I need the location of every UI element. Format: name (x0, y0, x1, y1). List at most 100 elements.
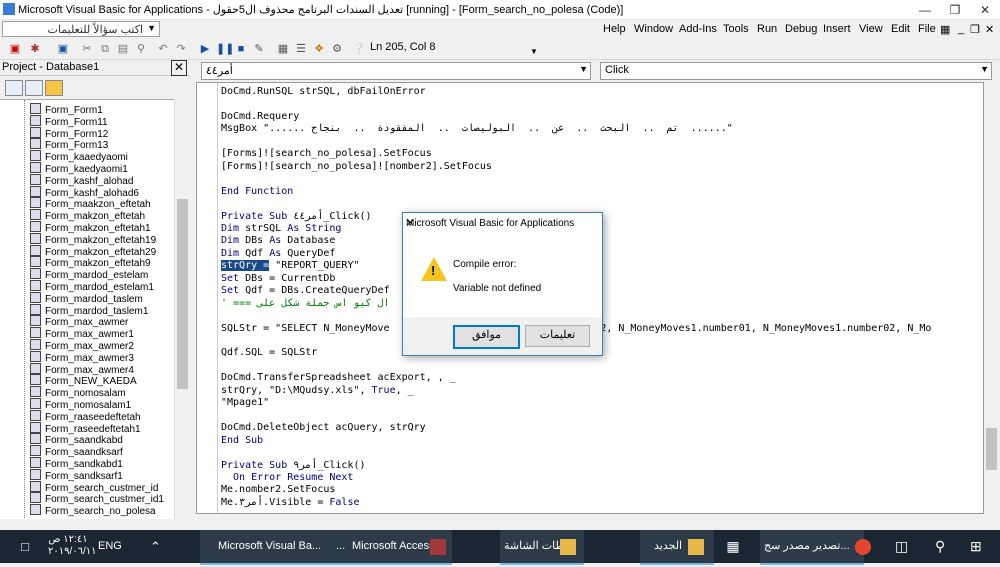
project-tree-item[interactable]: Form_kaaedyaomi (30, 150, 128, 163)
view-code-icon[interactable] (5, 80, 23, 96)
toolbox-icon[interactable]: ⚙ (330, 42, 344, 56)
menu-edit[interactable]: Edit (891, 23, 910, 35)
project-tree-item[interactable]: Form_max_awmer (30, 315, 128, 328)
project-tree-item[interactable]: Form_makzon_eftetah1 (30, 221, 151, 234)
calculator-icon[interactable]: ▦ (723, 530, 743, 563)
project-explorer-icon[interactable]: ▦ (276, 42, 290, 56)
code-line[interactable]: DoCmd.Requery (221, 110, 299, 123)
project-tree-item[interactable]: Form_search_custmer_id1 (30, 492, 164, 505)
taskbar-app-vba[interactable]: Microsoft Visual Ba... (200, 530, 346, 565)
vba-icon[interactable]: ▦ (940, 23, 950, 36)
code-line[interactable]: Dim strSQL As String (221, 222, 341, 235)
object-browser-icon[interactable]: ❖ (312, 42, 326, 56)
project-tree-item[interactable]: Form_Form11 (30, 114, 108, 128)
code-line[interactable]: On Error Resume Next (221, 471, 353, 484)
insert-icon[interactable]: ✱ (28, 42, 42, 56)
project-tree-item[interactable]: Form_Form12 (30, 126, 108, 140)
close-icon[interactable]: ✕ (970, 0, 1000, 20)
chevron-down-icon[interactable]: ▼ (579, 64, 588, 74)
code-horizontal-scrollbar[interactable] (196, 514, 984, 530)
properties-icon[interactable]: ☰ (294, 42, 308, 56)
project-tree-item[interactable]: Form_makzon_eftetah19 (30, 232, 156, 246)
code-line[interactable]: Qdf.SQL = SQLStr (221, 346, 317, 359)
project-tree-item[interactable]: Form_makzon_eftetah9 (30, 256, 151, 269)
project-tree-item[interactable]: Form_makzon_eftetah29 (30, 244, 156, 258)
project-tree-item[interactable]: Form_mardod_taslem1 (30, 303, 148, 317)
paste-icon[interactable]: ▤ (116, 42, 130, 56)
project-tree-item[interactable]: Form_kaedyaomi1 (30, 162, 128, 175)
code-line[interactable]: End Sub (221, 434, 263, 447)
code-line[interactable]: Private Sub أمر٤٤_Click() (221, 210, 372, 223)
project-tree-item[interactable]: Form_max_awmer3 (30, 350, 134, 364)
project-tree-item[interactable]: Form_NEW_KAEDA (30, 374, 137, 387)
menu-help[interactable]: Help (603, 23, 626, 35)
restore-icon[interactable]: ❐ (970, 23, 980, 36)
taskbar-app-export[interactable]: تصدير مصدر سج... (760, 530, 864, 565)
code-line[interactable]: strQry = "REPORT_QUERY" (221, 259, 359, 272)
view-object-icon[interactable] (25, 80, 43, 96)
run-icon[interactable]: ▶ (198, 42, 212, 56)
minimize-icon[interactable]: — (910, 0, 940, 20)
menu-add-ins[interactable]: Add-Ins (679, 23, 717, 35)
project-tree-item[interactable]: Form_max_awmer4 (30, 362, 134, 376)
break-icon[interactable]: ❚❚ (216, 42, 234, 56)
code-line[interactable]: Set DBs = CurrentDb (221, 272, 335, 285)
toolbar-options-icon[interactable]: ▼ (527, 45, 541, 59)
help-icon[interactable]: ❔ (352, 42, 366, 56)
menu-file[interactable]: File (918, 23, 936, 35)
project-tree-item[interactable]: Form_sandkabd1 (30, 457, 123, 470)
menu-window[interactable]: Window (634, 23, 673, 35)
close-icon[interactable]: ✕ (406, 218, 598, 229)
scroll-thumb[interactable] (986, 428, 997, 470)
close-icon[interactable]: ✕ (171, 60, 187, 76)
toggle-folders-icon[interactable] (45, 80, 63, 96)
menu-debug[interactable]: Debug (785, 23, 817, 35)
project-tree-item[interactable]: Form_mardod_estelam1 (30, 280, 154, 293)
tray-chevron-icon[interactable]: ⌃ (150, 530, 161, 563)
menu-run[interactable]: Run (757, 23, 777, 35)
project-tree-item[interactable]: Form_raseedeftetah1 (30, 421, 141, 435)
project-tree-item[interactable]: Form_kashf_alohad6 (30, 185, 139, 199)
language-indicator[interactable]: ENG (98, 530, 122, 563)
code-line[interactable]: Set Qdf = DBs.CreateQueryDef (221, 284, 390, 297)
project-tree-item[interactable]: Form_mardod_estelam (30, 268, 148, 281)
design-mode-icon[interactable]: ✎ (252, 42, 266, 56)
project-tree-item[interactable]: Form_nomosalam (30, 386, 126, 399)
code-line[interactable]: Dim Qdf As QueryDef (221, 247, 335, 260)
code-line[interactable]: End Function (221, 185, 293, 198)
project-tree-item[interactable]: Form_kashf_alohad (30, 173, 133, 187)
project-tree-item[interactable]: Form_max_awmer2 (30, 339, 134, 352)
search-icon[interactable]: ⚲ (935, 530, 945, 563)
code-line[interactable]: DoCmd.TransferSpreadsheet acExport, , _ (221, 371, 456, 384)
code-line[interactable]: [Forms]![search_no_polesa]![nomber2].Set… (221, 160, 492, 173)
notification-icon[interactable]: □ (8, 530, 42, 563)
code-line[interactable]: Dim DBs As Database (221, 234, 335, 247)
code-vertical-scrollbar[interactable] (984, 82, 1000, 514)
chevron-down-icon[interactable]: ▼ (980, 64, 989, 74)
code-line[interactable]: "Mpage1" (221, 396, 269, 409)
code-line[interactable]: Me.أمر٣.Visible = False (221, 496, 360, 509)
code-line[interactable]: [Forms]![search_no_polesa].SetFocus (221, 147, 432, 160)
chevron-down-icon[interactable]: ▼ (147, 23, 156, 33)
code-line[interactable]: strQry, "D:\MQudsy.xls", True, _ (221, 384, 414, 397)
project-tree-item[interactable]: Form_max_awmer1 (30, 327, 134, 340)
redo-icon[interactable]: ↷ (174, 42, 188, 56)
project-tree-item[interactable]: Form_saandkabd (30, 433, 123, 446)
project-tree-item[interactable]: Form_Form13 (30, 138, 108, 151)
scroll-thumb[interactable] (177, 199, 188, 389)
code-line[interactable]: DoCmd.DeleteObject acQuery, strQry (221, 421, 426, 434)
ask-question-box[interactable]: اكتب سؤالاً للتعليمات ▼ (2, 21, 160, 37)
reset-icon[interactable]: ■ (234, 42, 248, 56)
clock-date[interactable]: ٢٠١٩/٠٦/١١ (48, 546, 97, 558)
project-scrollbar[interactable] (174, 99, 189, 519)
clock-time[interactable]: ١٢:٤١ ص (48, 534, 88, 546)
menu-view[interactable]: View (859, 23, 883, 35)
project-tree-item[interactable]: Form_nomosalam1 (30, 398, 131, 411)
undo-icon[interactable]: ↶ (156, 42, 170, 56)
project-tree-item[interactable]: Form_search_custmer_id (30, 480, 158, 494)
find-icon[interactable]: ⚲ (134, 42, 148, 56)
code-line[interactable]: Me.nomber2.SetFocus (221, 483, 335, 496)
code-line[interactable]: MsgBox "...... تم .. البحث .. عن .. البو… (221, 122, 733, 135)
project-tree-item[interactable]: Form_maakzon_eftetah (30, 197, 151, 210)
close-icon[interactable]: ✕ (985, 23, 994, 36)
